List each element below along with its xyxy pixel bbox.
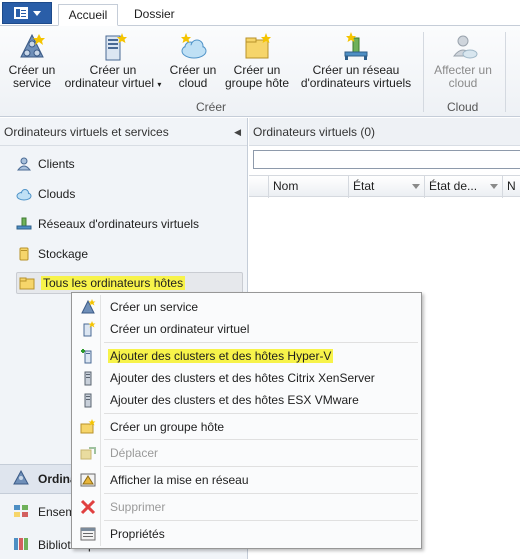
add-esx-host-icon <box>80 392 96 408</box>
tree-item-all-hosts[interactable]: Tous les ordinateurs hôtes <box>16 272 243 294</box>
menu-separator <box>104 493 418 494</box>
workspace-label: Ensem <box>38 505 76 519</box>
host-folder-icon <box>19 275 35 291</box>
results-pane-title: Ordinateurs virtuels (0) <box>249 118 520 146</box>
app-menu-icon <box>13 7 28 19</box>
menu-item-create-host-group[interactable]: Créer un groupe hôte <box>74 416 419 438</box>
menu-item-properties[interactable]: Propriétés <box>74 523 419 545</box>
collapse-pane-icon[interactable]: ◀ <box>234 118 241 146</box>
cloud-icon <box>16 186 32 202</box>
tab-accueil[interactable]: Accueil <box>58 4 118 26</box>
storage-icon <box>16 246 32 262</box>
tree-item-label: Tous les ordinateurs hôtes <box>41 276 186 290</box>
navigation-pane-title: Ordinateurs virtuels et services <box>4 125 169 139</box>
tree-item-vm-networks[interactable]: Réseaux d'ordinateurs virtuels <box>16 213 199 235</box>
filter-arrow-icon[interactable] <box>490 184 498 189</box>
filter-arrow-icon[interactable] <box>412 184 420 189</box>
create-vm-icon <box>80 321 96 337</box>
menu-item-create-service[interactable]: Créer un service <box>74 296 419 318</box>
column-header-n[interactable]: N <box>503 176 520 198</box>
app-menu-button[interactable] <box>2 2 52 24</box>
create-service-icon <box>17 32 47 62</box>
menu-separator <box>104 342 418 343</box>
add-hyperv-host-icon <box>80 348 96 364</box>
properties-icon <box>80 526 96 542</box>
search-input[interactable] <box>253 150 520 169</box>
column-header-name[interactable]: Nom <box>269 176 349 198</box>
create-host-group-icon <box>242 32 272 62</box>
assign-cloud-button[interactable]: Affecter un cloud <box>430 32 496 90</box>
add-xenserver-host-icon <box>80 370 96 386</box>
column-header-state[interactable]: État <box>349 176 425 198</box>
assign-cloud-icon <box>448 32 478 62</box>
create-vm-button[interactable]: Créer un ordinateur virtuel ▾ <box>62 32 164 91</box>
menu-item-add-hyperv-hosts[interactable]: Ajouter des clusters et des hôtes Hyper-… <box>74 345 419 367</box>
create-vm-network-icon <box>341 32 371 62</box>
tree-item-clouds[interactable]: Clouds <box>16 183 75 205</box>
create-vm-network-button[interactable]: Créer un réseau d'ordinateurs virtuels <box>296 32 416 90</box>
navigation-pane-header: Ordinateurs virtuels et services ◀ <box>0 118 247 146</box>
tree-item-clients[interactable]: Clients <box>16 153 75 175</box>
create-service-icon <box>80 299 96 315</box>
view-networking-icon <box>80 472 96 488</box>
clients-icon <box>16 156 32 172</box>
tree-item-label: Clients <box>38 157 75 171</box>
create-host-group-icon <box>80 419 96 435</box>
menu-item-delete[interactable]: Supprimer <box>74 496 419 518</box>
menu-separator <box>104 413 418 414</box>
menu-item-view-networking[interactable]: Afficher la mise en réseau <box>74 469 419 491</box>
ribbon-tab-bar: Accueil Dossier <box>0 0 520 26</box>
tree-item-label: Stockage <box>38 247 89 261</box>
ribbon: Créer un service Créer un ordinateur vir… <box>0 25 520 117</box>
create-service-button[interactable]: Créer un service <box>4 32 60 90</box>
create-cloud-icon <box>178 32 208 62</box>
library-icon <box>12 535 30 556</box>
create-cloud-button[interactable]: Créer un cloud <box>168 32 218 90</box>
ribbon-group-label-cloud: Cloud <box>447 100 479 114</box>
tree-item-label: Réseaux d'ordinateurs virtuels <box>38 217 200 231</box>
menu-item-add-xenserver-hosts[interactable]: Ajouter des clusters et des hôtes Citrix… <box>74 367 419 389</box>
chevron-down-icon: ▾ <box>157 80 162 89</box>
fabric-icon <box>12 502 30 523</box>
ribbon-group-separator <box>423 32 424 112</box>
menu-item-create-vm[interactable]: Créer un ordinateur virtuel <box>74 318 419 340</box>
create-vm-icon <box>98 32 128 62</box>
chevron-down-icon <box>32 10 41 16</box>
tab-dossier[interactable]: Dossier <box>124 4 185 26</box>
menu-item-add-esx-hosts[interactable]: Ajouter des clusters et des hôtes ESX VM… <box>74 389 419 411</box>
grid-header: Nom État État de... N <box>249 175 520 198</box>
ribbon-group-separator <box>505 32 506 112</box>
move-icon <box>80 445 96 461</box>
ribbon-group-label-creer: Créer <box>196 100 227 114</box>
menu-separator <box>104 520 418 521</box>
menu-item-move[interactable]: Déplacer <box>74 442 419 464</box>
menu-separator <box>104 466 418 467</box>
vm-network-icon <box>16 216 32 232</box>
tree-item-storage[interactable]: Stockage <box>16 243 88 265</box>
delete-icon <box>80 499 96 515</box>
menu-separator <box>104 439 418 440</box>
grid-select-column[interactable] <box>249 176 269 198</box>
column-header-state-detail[interactable]: État de... <box>425 176 503 198</box>
tree-item-label: Clouds <box>38 187 76 201</box>
create-host-group-button[interactable]: Créer un groupe hôte <box>222 32 292 90</box>
context-menu: Créer un service Créer un ordinateur vir… <box>71 292 422 549</box>
vms-services-icon <box>12 469 30 490</box>
